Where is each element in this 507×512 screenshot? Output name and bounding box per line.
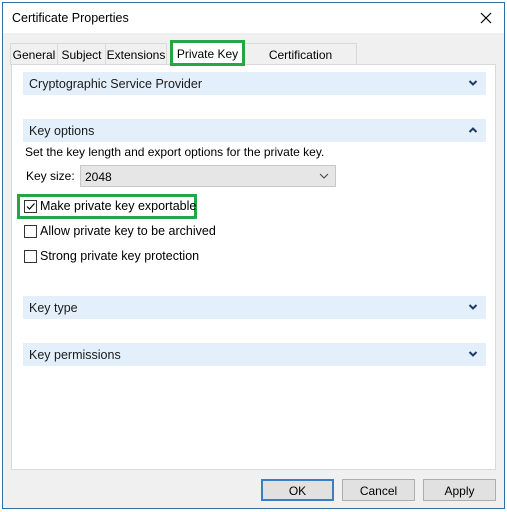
tab-extensions[interactable]: Extensions (105, 43, 167, 65)
checkbox-label: Make private key exportable (40, 199, 197, 213)
checkbox-unchecked[interactable] (24, 249, 37, 263)
close-button[interactable] (474, 7, 498, 29)
section-key-type[interactable]: Key type (23, 296, 486, 319)
section-label: Key type (29, 301, 78, 315)
chevron-up-icon (468, 127, 478, 133)
checkmark-icon (26, 202, 35, 210)
certificate-properties-dialog: Certificate Properties General Subject E… (2, 2, 505, 509)
ok-button[interactable]: OK (261, 479, 334, 501)
tab-label: General (12, 48, 56, 62)
make-exportable-checkbox[interactable]: Make private key exportable (24, 198, 196, 214)
tab-private-key[interactable]: Private Key (170, 40, 245, 66)
section-label: Key permissions (29, 348, 121, 362)
section-label: Key options (29, 124, 95, 138)
tab-general[interactable]: General (10, 43, 58, 65)
cancel-button[interactable]: Cancel (342, 479, 415, 501)
key-size-label: Key size: (26, 169, 75, 183)
checkbox-label: Allow private key to be archived (40, 224, 216, 238)
tab-subject[interactable]: Subject (57, 43, 106, 65)
allow-archive-checkbox[interactable]: Allow private key to be archived (24, 223, 216, 239)
tab-panel-private-key: Cryptographic Service Provider Key optio… (11, 64, 496, 470)
strong-protection-checkbox[interactable]: Strong private key protection (24, 248, 199, 264)
chevron-down-icon (468, 351, 478, 357)
key-options-description: Set the key length and export options fo… (25, 145, 325, 159)
key-size-select[interactable]: 2048 (80, 165, 336, 187)
section-key-permissions[interactable]: Key permissions (23, 343, 486, 366)
chevron-down-icon (468, 80, 478, 86)
section-label: Cryptographic Service Provider (29, 77, 202, 91)
section-key-options[interactable]: Key options (23, 119, 486, 142)
chevron-down-icon (468, 304, 478, 310)
apply-button[interactable]: Apply (423, 479, 496, 501)
section-cryptographic-service-provider[interactable]: Cryptographic Service Provider (23, 72, 486, 95)
dialog-button-bar: OK Cancel Apply (3, 479, 504, 503)
tab-label: Extensions (106, 48, 166, 62)
chevron-down-icon (319, 173, 329, 179)
tab-certification-authority[interactable]: Certification Authority (244, 43, 357, 76)
tab-label: Private Key (176, 47, 239, 61)
checkbox-label: Strong private key protection (40, 249, 200, 263)
close-icon (480, 12, 492, 24)
tab-label: Subject (61, 48, 102, 62)
checkbox-unchecked[interactable] (24, 224, 37, 238)
window-title: Certificate Properties (12, 11, 129, 25)
key-size-value: 2048 (85, 170, 112, 184)
title-bar: Certificate Properties (3, 3, 504, 33)
checkbox-checked[interactable] (24, 199, 37, 213)
